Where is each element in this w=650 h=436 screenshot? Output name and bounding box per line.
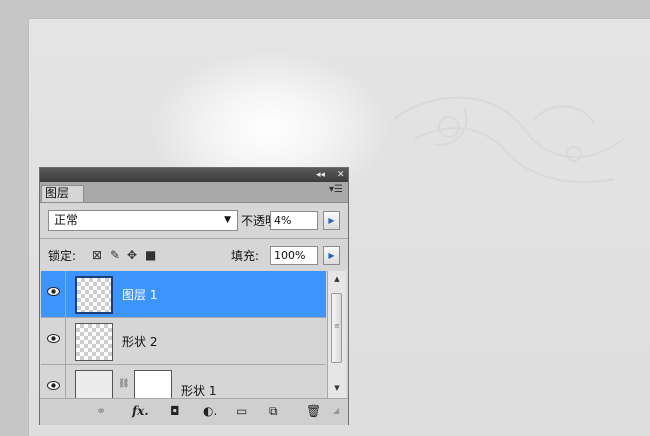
- new-layer-icon[interactable]: ⧉: [269, 404, 278, 418]
- swirl-ornament: [393, 96, 625, 184]
- layer-name[interactable]: 图层 1: [122, 287, 157, 303]
- scroll-down-icon[interactable]: ▼: [328, 384, 346, 392]
- eye-icon: [47, 287, 60, 296]
- opacity-field[interactable]: 4%: [270, 211, 318, 230]
- layer-thumbnail[interactable]: [75, 276, 113, 314]
- panel-tab-row: 图层 ▾☰: [40, 182, 348, 203]
- lock-position-icon[interactable]: ✥: [127, 248, 137, 262]
- fill-slider-button[interactable]: ▶: [323, 246, 340, 265]
- eye-icon: [47, 334, 60, 343]
- visibility-toggle[interactable]: [41, 271, 66, 317]
- layers-scrollbar[interactable]: ▲ ≡ ▼: [327, 271, 346, 398]
- layer-name[interactable]: 形状 1: [181, 383, 216, 398]
- chevron-down-icon: ▼: [224, 215, 231, 225]
- layer-thumbnail[interactable]: [75, 370, 113, 398]
- tab-layers[interactable]: 图层: [41, 185, 84, 202]
- lock-paint-icon[interactable]: ✎: [110, 248, 120, 262]
- vector-mask-thumbnail[interactable]: [134, 370, 172, 398]
- divider: [40, 238, 348, 239]
- chain-link-icon[interactable]: ⛓: [118, 379, 129, 389]
- layers-panel: ◂◂ ✕ 图层 ▾☰ 正常 ▼ 不透明度: 4% ▶ 锁定: ⊠ ✎ ✥ ■ 填…: [39, 167, 349, 425]
- visibility-toggle[interactable]: [41, 318, 66, 364]
- visibility-toggle[interactable]: [41, 365, 66, 398]
- eye-icon: [47, 381, 60, 390]
- group-icon[interactable]: ▭: [236, 404, 247, 418]
- scroll-up-icon[interactable]: ▲: [328, 275, 346, 283]
- blend-mode-select[interactable]: 正常 ▼: [48, 210, 238, 231]
- layer-row[interactable]: 形状 2: [41, 318, 326, 365]
- panel-footer: ⚭ fx. ◘ ◐. ▭ ⧉ 🗑 ◢: [40, 398, 348, 425]
- panel-menu-icon[interactable]: ▾☰: [329, 184, 343, 195]
- link-layers-icon[interactable]: ⚭: [96, 404, 106, 418]
- layers-list: 图层 1 形状 2 ⛓ 形状 1: [41, 271, 326, 398]
- opacity-slider-button[interactable]: ▶: [323, 211, 340, 230]
- fill-field[interactable]: 100%: [270, 246, 318, 265]
- adjustment-layer-icon[interactable]: ◐.: [203, 404, 217, 418]
- collapse-icon[interactable]: ◂◂: [316, 169, 325, 181]
- layer-row[interactable]: ⛓ 形状 1: [41, 365, 326, 398]
- fx-icon[interactable]: fx.: [132, 404, 149, 418]
- panel-titlebar[interactable]: ◂◂ ✕: [40, 168, 348, 182]
- resize-grip-icon[interactable]: ◢: [333, 404, 339, 418]
- lock-all-icon[interactable]: ■: [145, 248, 156, 262]
- lock-transparent-icon[interactable]: ⊠: [92, 248, 102, 262]
- delete-layer-icon[interactable]: 🗑: [306, 404, 321, 418]
- lock-label: 锁定:: [48, 249, 77, 263]
- add-mask-icon[interactable]: ◘: [170, 404, 180, 418]
- layer-name[interactable]: 形状 2: [122, 334, 157, 350]
- layer-row[interactable]: 图层 1: [41, 271, 326, 318]
- close-icon[interactable]: ✕: [337, 169, 345, 181]
- blend-mode-value: 正常: [54, 213, 79, 227]
- scroll-thumb[interactable]: ≡: [331, 293, 342, 363]
- fill-label: 填充:: [231, 249, 260, 263]
- layer-thumbnail[interactable]: [75, 323, 113, 361]
